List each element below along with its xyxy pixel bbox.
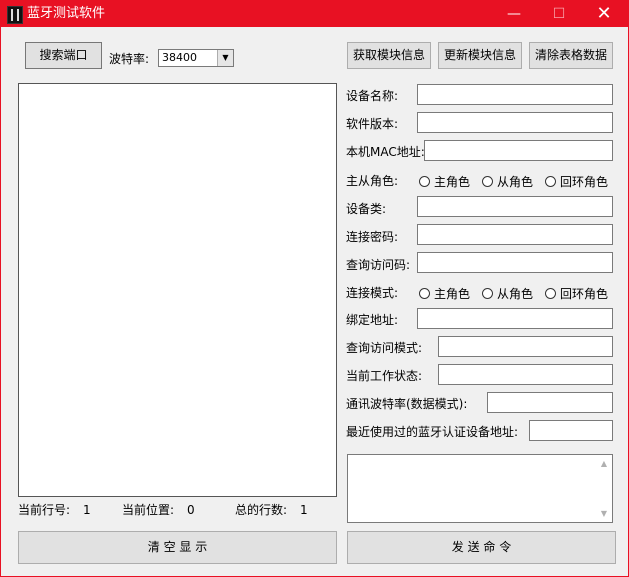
output-textarea[interactable] bbox=[18, 83, 337, 497]
minimize-icon[interactable]: — bbox=[491, 1, 537, 27]
inquiry-access-code-label: 查询访问码: bbox=[346, 258, 411, 272]
main-window: 蓝牙测试软件 — ☐ ✕ 搜索端口 波特率: 38400 ▼ 获取模块信息 更新… bbox=[0, 0, 629, 577]
work-state-label: 当前工作状态: bbox=[346, 369, 423, 383]
baud-rate-label: 波特率: bbox=[109, 52, 150, 66]
bind-address-field[interactable] bbox=[417, 308, 613, 329]
update-module-info-button[interactable]: 更新模块信息 bbox=[438, 42, 522, 69]
get-module-info-button[interactable]: 获取模块信息 bbox=[347, 42, 431, 69]
inquiry-access-code-field[interactable] bbox=[417, 252, 613, 273]
mode-loopback-radio[interactable] bbox=[545, 288, 556, 299]
role-master-radio[interactable] bbox=[419, 176, 430, 187]
search-port-button[interactable]: 搜索端口 bbox=[25, 42, 102, 69]
clear-display-button[interactable]: 清 空 显 示 bbox=[18, 531, 337, 564]
pair-password-field[interactable] bbox=[417, 224, 613, 245]
local-mac-field[interactable] bbox=[424, 140, 613, 161]
mode-master-label: 主角色 bbox=[434, 287, 471, 301]
current-position-value: 0 bbox=[187, 503, 195, 517]
mode-loopback-label: 回环角色 bbox=[560, 287, 609, 301]
mode-slave-label: 从角色 bbox=[497, 287, 534, 301]
bind-address-label: 绑定地址: bbox=[346, 313, 399, 327]
comm-baud-label: 通讯波特率(数据模式): bbox=[346, 397, 468, 411]
baud-rate-select[interactable]: 38400 ▼ bbox=[158, 49, 234, 67]
send-command-button[interactable]: 发 送 命 令 bbox=[347, 531, 616, 564]
command-input[interactable]: ▲ ▼ bbox=[347, 454, 613, 523]
current-position-label: 当前位置: bbox=[122, 503, 175, 517]
role-loopback-radio[interactable] bbox=[545, 176, 556, 187]
pair-password-label: 连接密码: bbox=[346, 230, 399, 244]
mode-master-radio[interactable] bbox=[419, 288, 430, 299]
device-name-field[interactable] bbox=[417, 84, 613, 105]
window-title: 蓝牙测试软件 bbox=[27, 6, 106, 21]
device-name-label: 设备名称: bbox=[346, 89, 399, 103]
total-lines-label: 总的行数: bbox=[235, 503, 288, 517]
device-class-label: 设备类: bbox=[346, 202, 387, 216]
role-label: 主从角色: bbox=[346, 174, 399, 188]
scroll-up-icon[interactable]: ▲ bbox=[598, 458, 610, 470]
clear-table-button[interactable]: 清除表格数据 bbox=[529, 42, 613, 69]
device-class-field[interactable] bbox=[417, 196, 613, 217]
close-icon[interactable]: ✕ bbox=[581, 1, 627, 27]
role-slave-radio[interactable] bbox=[482, 176, 493, 187]
mode-slave-radio[interactable] bbox=[482, 288, 493, 299]
local-mac-label: 本机MAC地址: bbox=[346, 145, 425, 159]
title-bar: 蓝牙测试软件 — ☐ ✕ bbox=[1, 1, 628, 27]
software-version-field[interactable] bbox=[417, 112, 613, 133]
role-loopback-label: 回环角色 bbox=[560, 175, 609, 189]
role-slave-label: 从角色 bbox=[497, 175, 534, 189]
work-state-field[interactable] bbox=[438, 364, 613, 385]
current-line-value: 1 bbox=[83, 503, 91, 517]
app-icon bbox=[7, 6, 23, 24]
recent-device-label: 最近使用过的蓝牙认证设备地址: bbox=[346, 425, 519, 439]
maximize-icon: ☐ bbox=[552, 6, 566, 22]
comm-baud-field[interactable] bbox=[487, 392, 613, 413]
baud-rate-value: 38400 bbox=[162, 51, 197, 64]
total-lines-value: 1 bbox=[300, 503, 308, 517]
role-master-label: 主角色 bbox=[434, 175, 471, 189]
inquiry-access-mode-label: 查询访问模式: bbox=[346, 341, 423, 355]
connect-mode-label: 连接模式: bbox=[346, 286, 399, 300]
inquiry-access-mode-field[interactable] bbox=[438, 336, 613, 357]
scroll-down-icon[interactable]: ▼ bbox=[598, 508, 610, 520]
current-line-label: 当前行号: bbox=[18, 503, 71, 517]
software-version-label: 软件版本: bbox=[346, 117, 399, 131]
chevron-down-icon[interactable]: ▼ bbox=[217, 50, 233, 66]
recent-device-field[interactable] bbox=[529, 420, 613, 441]
